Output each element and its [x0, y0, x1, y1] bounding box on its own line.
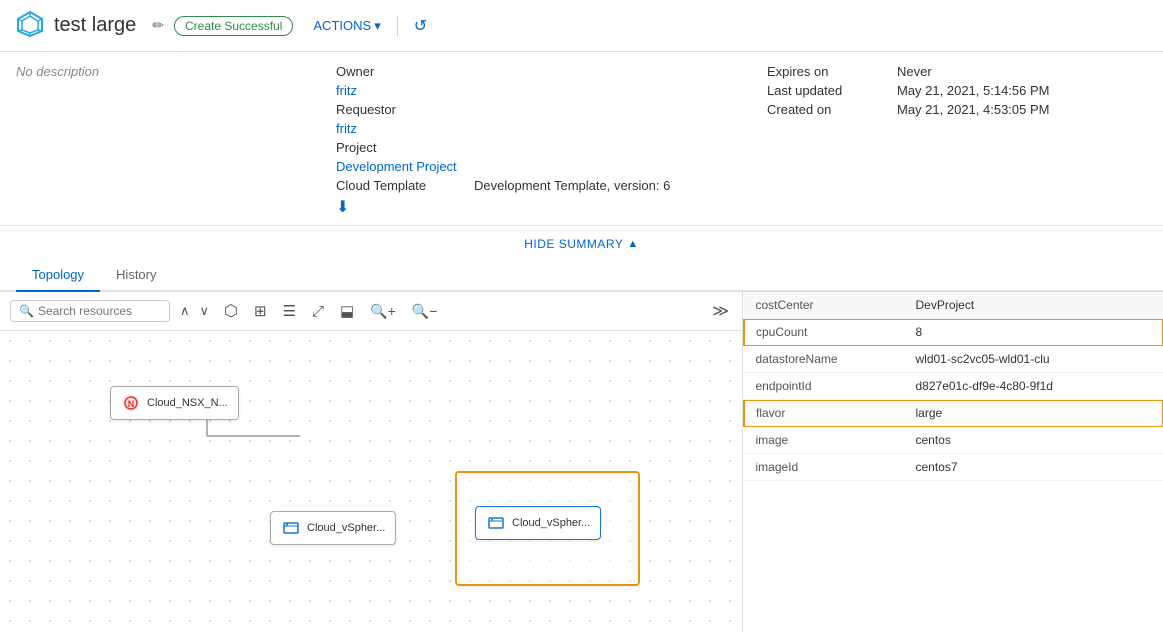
node-vsphere1-label: Cloud_vSpher...	[307, 522, 385, 534]
collapse-icon[interactable]: ⬓	[335, 299, 359, 323]
header-divider	[397, 16, 398, 36]
expand-panel-icon[interactable]: ≫	[709, 298, 732, 324]
panel-row: datastoreNamewld01-sc2vc05-wld01-clu	[744, 346, 1163, 373]
project-label: Project	[336, 140, 466, 155]
svg-text:N: N	[128, 399, 135, 409]
requestor-value[interactable]: fritz	[336, 121, 357, 136]
project-value[interactable]: Development Project	[336, 159, 457, 174]
panel-row-key: flavor	[744, 400, 904, 427]
panel-header-row: costCenter DevProject	[744, 292, 1163, 319]
app-logo	[16, 10, 44, 41]
panel-row-key: endpointId	[744, 373, 904, 400]
right-panel: costCenter DevProject cpuCount8datastore…	[743, 292, 1163, 632]
no-description: No description	[16, 64, 99, 79]
vsphere1-icon	[281, 518, 301, 538]
canvas-toolbar: 🔍 ∧ ∨ ⬡ ⊞ ☰ ⤢ ⬓ 🔍+ 🔍− ≫	[0, 292, 742, 331]
canvas-area: 🔍 ∧ ∨ ⬡ ⊞ ☰ ⤢ ⬓ 🔍+ 🔍− ≫	[0, 292, 743, 632]
panel-row-value: 8	[904, 319, 1163, 346]
panel-row-key: datastoreName	[744, 346, 904, 373]
last-updated-value: May 21, 2021, 5:14:56 PM	[897, 83, 1049, 98]
node-nsx[interactable]: N Cloud_NSX_N...	[110, 386, 239, 420]
actions-menu-button[interactable]: ACTIONS ▾	[313, 18, 380, 34]
app-title: test large	[54, 14, 136, 37]
expires-label: Expires on	[767, 64, 897, 79]
cloud-template-value: Development Template, version: 6	[474, 178, 670, 193]
search-input[interactable]	[38, 304, 158, 318]
summary-left: No description	[16, 64, 296, 217]
panel-row-value: large	[904, 400, 1163, 427]
panel-row: cpuCount8	[744, 319, 1163, 346]
panel-row-value: centos	[904, 427, 1163, 454]
expires-value: Never	[897, 64, 932, 79]
node-vsphere1[interactable]: Cloud_vSpher...	[270, 511, 396, 545]
panel-row: imageIdcentos7	[744, 454, 1163, 481]
panel-row-value: d827e01c-df9e-4c80-9f1d	[904, 373, 1163, 400]
topology-area: 🔍 ∧ ∨ ⬡ ⊞ ☰ ⤢ ⬓ 🔍+ 🔍− ≫	[0, 292, 1163, 632]
download-icon[interactable]: ⬇	[336, 197, 767, 217]
topology-icon[interactable]: ⬡	[219, 298, 243, 324]
summary-middle: Owner fritz Requestor fritz Project Deve…	[296, 64, 767, 217]
col-key-header: costCenter	[744, 292, 904, 319]
search-icon: 🔍	[19, 304, 34, 318]
canvas[interactable]: N Cloud_NSX_N... Cloud_vSpher...	[0, 331, 742, 629]
hide-summary-button[interactable]: HIDE SUMMARY ▲	[0, 230, 1163, 257]
zoom-out-icon[interactable]: 🔍−	[407, 300, 443, 323]
properties-table: costCenter DevProject cpuCount8datastore…	[743, 292, 1163, 481]
prev-arrow[interactable]: ∧	[176, 301, 194, 321]
nsx-icon: N	[121, 393, 141, 413]
panel-row-value: centos7	[904, 454, 1163, 481]
summary-right: Expires on Never Last updated May 21, 20…	[767, 64, 1147, 217]
tab-bar: Topology History	[0, 257, 1163, 292]
node-nsx-label: Cloud_NSX_N...	[147, 397, 228, 409]
requestor-label: Requestor	[336, 102, 466, 117]
owner-value[interactable]: fritz	[336, 83, 357, 98]
search-resources-box[interactable]: 🔍	[10, 300, 170, 322]
node-vsphere2-label: Cloud_vSpher...	[512, 517, 590, 529]
fit-icon[interactable]: ⤢	[307, 300, 329, 323]
next-arrow[interactable]: ∨	[196, 301, 214, 321]
panel-row: flavorlarge	[744, 400, 1163, 427]
app-header: test large ✏ Create Successful ACTIONS ▾…	[0, 0, 1163, 52]
owner-label: Owner	[336, 64, 466, 79]
vsphere2-icon	[486, 513, 506, 533]
cloud-template-label: Cloud Template	[336, 178, 466, 193]
create-status-badge: Create Successful	[174, 16, 293, 36]
grid-icon[interactable]: ⊞	[249, 299, 272, 323]
panel-row-value: wld01-sc2vc05-wld01-clu	[904, 346, 1163, 373]
list-icon[interactable]: ☰	[278, 299, 301, 323]
panel-row-key: cpuCount	[744, 319, 904, 346]
node-vsphere2[interactable]: Cloud_vSpher...	[475, 506, 601, 540]
panel-row-key: image	[744, 427, 904, 454]
panel-row-key: imageId	[744, 454, 904, 481]
tab-topology[interactable]: Topology	[16, 257, 100, 292]
panel-row: imagecentos	[744, 427, 1163, 454]
last-updated-label: Last updated	[767, 83, 897, 98]
nav-arrows: ∧ ∨	[176, 301, 213, 321]
edit-icon[interactable]: ✏	[152, 17, 164, 34]
panel-row: endpointIdd827e01c-df9e-4c80-9f1d	[744, 373, 1163, 400]
summary-section: No description Owner fritz Requestor fri…	[0, 52, 1163, 226]
refresh-icon[interactable]: ↺	[414, 16, 427, 36]
tab-history[interactable]: History	[100, 257, 172, 292]
col-value-header: DevProject	[904, 292, 1163, 319]
zoom-in-icon[interactable]: 🔍+	[365, 300, 401, 323]
created-on-value: May 21, 2021, 4:53:05 PM	[897, 102, 1049, 117]
created-on-label: Created on	[767, 102, 897, 117]
